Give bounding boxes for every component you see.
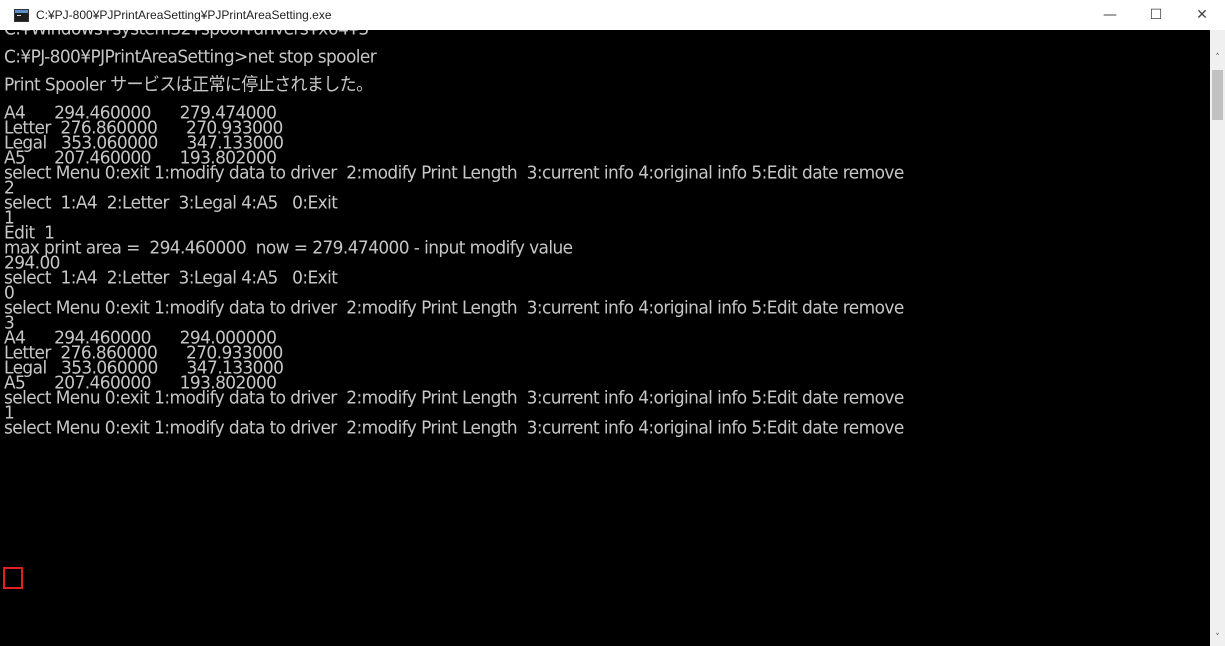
minimize-button[interactable]: — xyxy=(1087,0,1133,30)
console-line: select Menu 0:exit 1:modify data to driv… xyxy=(4,162,904,184)
maximize-button[interactable]: ☐ xyxy=(1133,0,1179,30)
console-line: max print area = 294.460000 now = 279.47… xyxy=(4,237,573,259)
window-title: C:¥PJ-800¥PJPrintAreaSetting¥PJPrintArea… xyxy=(36,8,332,22)
console-line: select Menu 0:exit 1:modify data to driv… xyxy=(4,417,904,439)
console-output[interactable]: C:¥Windows¥system32¥spool¥drivers¥x64¥3C… xyxy=(0,20,1210,646)
console-line: Print Spooler サービスは正常に停止されました。 xyxy=(4,74,373,96)
close-button[interactable]: ✕ xyxy=(1179,0,1225,30)
console-lines: C:¥Windows¥system32¥spool¥drivers¥x64¥3C… xyxy=(4,20,1208,439)
console-window: C:¥Windows¥system32¥spool¥drivers¥x64¥3C… xyxy=(0,0,1225,646)
console-line: select 1:A4 2:Letter 3:Legal 4:A5 0:Exit xyxy=(4,192,338,214)
window-controls: — ☐ ✕ xyxy=(1087,0,1225,30)
highlight-box xyxy=(3,567,23,589)
scroll-down-arrow-icon[interactable]: ˅ xyxy=(1210,630,1225,646)
console-line: C:¥PJ-800¥PJPrintAreaSetting>net stop sp… xyxy=(4,46,377,68)
console-line: 1 xyxy=(4,207,15,229)
vertical-scrollbar[interactable]: ˄ ˅ xyxy=(1210,30,1225,646)
title-bar[interactable]: C:¥PJ-800¥PJPrintAreaSetting¥PJPrintArea… xyxy=(0,0,1225,30)
console-line: select Menu 0:exit 1:modify data to driv… xyxy=(4,297,904,319)
console-line: select 1:A4 2:Letter 3:Legal 4:A5 0:Exit xyxy=(4,267,338,289)
console-app-icon xyxy=(14,8,29,22)
scroll-thumb[interactable] xyxy=(1212,70,1223,120)
console-line: select Menu 0:exit 1:modify data to driv… xyxy=(4,387,904,409)
scroll-up-arrow-icon[interactable]: ˄ xyxy=(1210,50,1225,66)
